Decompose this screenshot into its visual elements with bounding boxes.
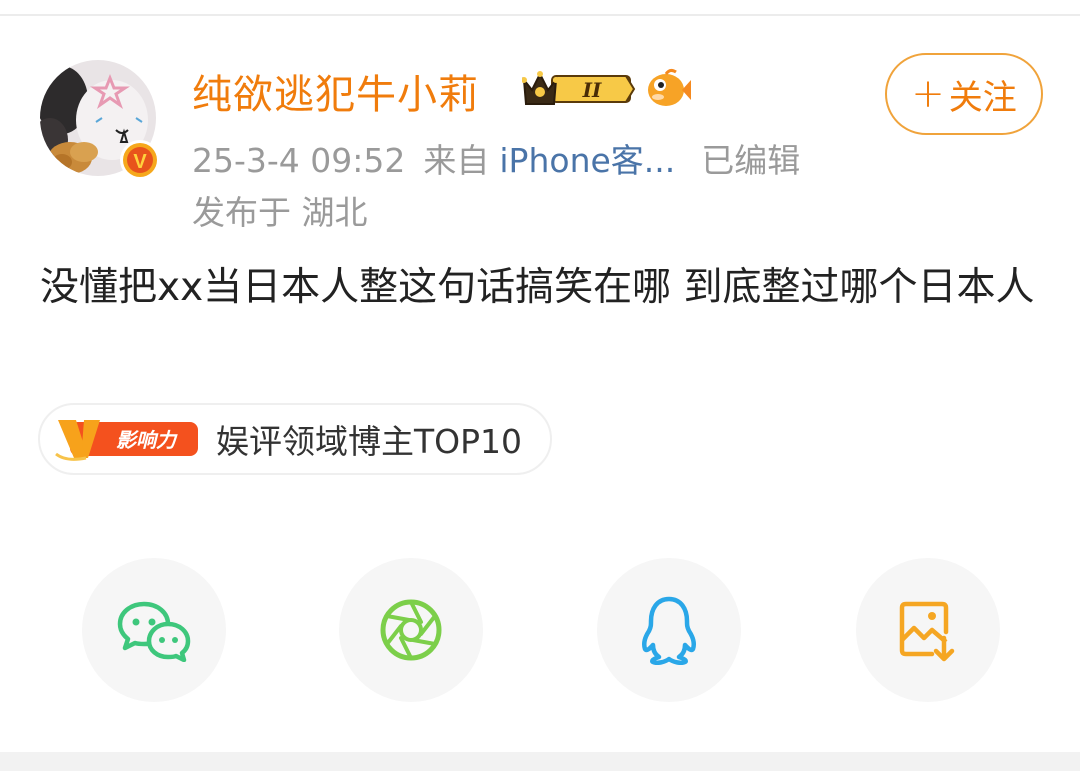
- save-image-button[interactable]: [856, 558, 1000, 702]
- influence-tag[interactable]: 影响力 娱评领域博主TOP10: [38, 403, 553, 475]
- share-moments-button[interactable]: [339, 558, 483, 702]
- username[interactable]: 纯欲逃犯牛小莉: [192, 62, 479, 120]
- follow-button[interactable]: + 关注: [885, 53, 1043, 135]
- share-qq-button[interactable]: [597, 558, 741, 702]
- qq-icon: [641, 596, 697, 665]
- post-source-link[interactable]: iPhone客...: [499, 141, 675, 180]
- post-timestamp: 25-3-4 09:52: [192, 141, 406, 180]
- avatar[interactable]: V: [40, 60, 160, 180]
- svg-text:II: II: [582, 78, 602, 102]
- influence-badge-icon: 影响力: [55, 420, 198, 461]
- post-meta: 25-3-4 09:52 来自 iPhone客... 已编辑: [192, 134, 800, 182]
- share-wechat-button[interactable]: [82, 558, 226, 702]
- bottom-divider: [0, 752, 1080, 771]
- moments-icon: [380, 599, 442, 661]
- verified-badge: V: [120, 140, 160, 180]
- plus-icon: +: [911, 71, 945, 117]
- save-image-icon: [899, 601, 955, 662]
- svg-text:影响力: 影响力: [116, 428, 178, 452]
- wechat-icon: [117, 601, 191, 662]
- member-level-badge[interactable]: II: [521, 68, 636, 114]
- post-body-text: 没懂把xx当日本人整这句话搞笑在哪 到底整过哪个日本人: [40, 265, 1035, 310]
- svg-text:V: V: [133, 151, 147, 173]
- source-prefix: 来自: [423, 141, 490, 180]
- edited-label[interactable]: 已编辑: [701, 141, 800, 180]
- influence-label: 娱评领域博主TOP10: [216, 422, 523, 461]
- top-divider: [0, 14, 1080, 16]
- follow-label: 关注: [948, 77, 1017, 118]
- post-location: 发布于 湖北: [192, 193, 368, 232]
- fish-emoji-icon: [644, 68, 692, 114]
